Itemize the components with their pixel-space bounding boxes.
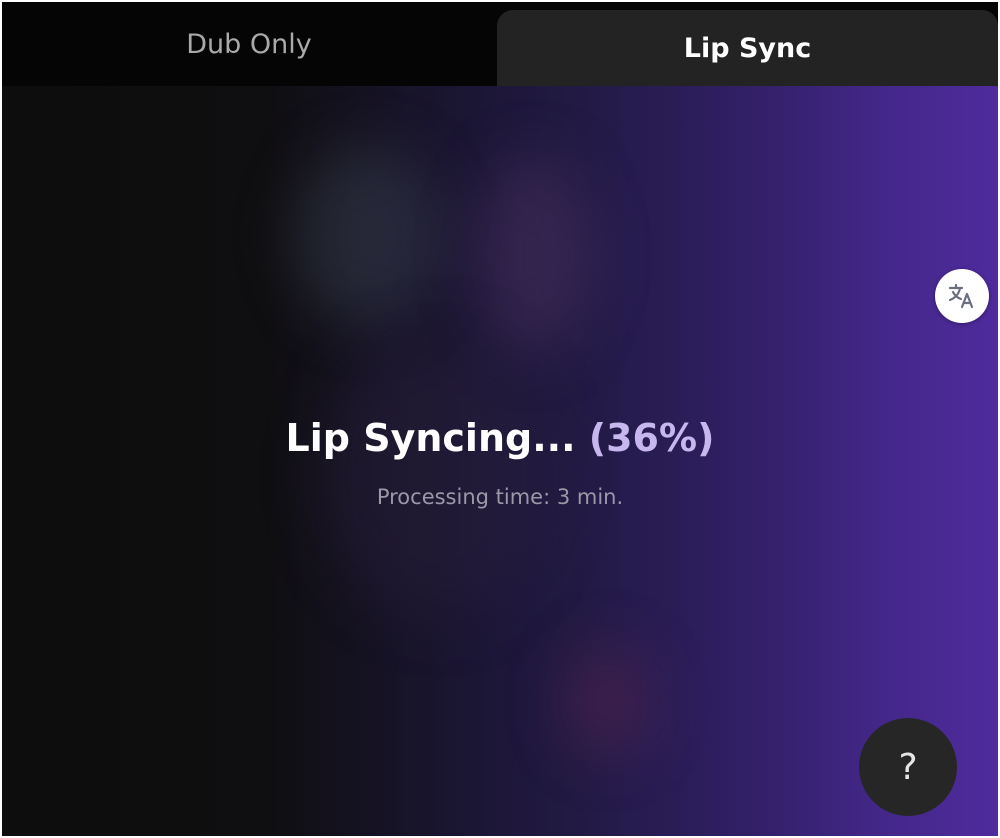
- blurred-figure-shape: [292, 146, 442, 326]
- tab-dub-only-label: Dub Only: [186, 28, 312, 60]
- app-frame: Dub Only Lip Sync Lip Syncing... (36%) P…: [2, 2, 998, 836]
- help-icon: ?: [898, 746, 918, 788]
- translate-button[interactable]: [935, 269, 989, 323]
- processing-time-text: Processing time: 3 min.: [376, 485, 624, 509]
- processing-title-text: Lip Syncing...: [285, 416, 576, 460]
- translate-icon: [948, 283, 974, 309]
- tab-dub-only[interactable]: Dub Only: [2, 2, 496, 86]
- progress-percentage: (36%): [588, 416, 715, 460]
- tab-lip-sync-label: Lip Sync: [683, 32, 812, 64]
- tab-lip-sync[interactable]: Lip Sync: [497, 10, 998, 86]
- blurred-figure-shape: [562, 646, 652, 756]
- mode-tabbar: Dub Only Lip Sync: [2, 2, 998, 86]
- help-button[interactable]: ?: [859, 718, 957, 816]
- blurred-figure-shape: [322, 336, 552, 616]
- processing-title: Lip Syncing... (36%): [2, 416, 998, 460]
- video-preview: Lip Syncing... (36%) Processing time: 3 …: [2, 86, 998, 836]
- blurred-figure-shape: [472, 156, 592, 356]
